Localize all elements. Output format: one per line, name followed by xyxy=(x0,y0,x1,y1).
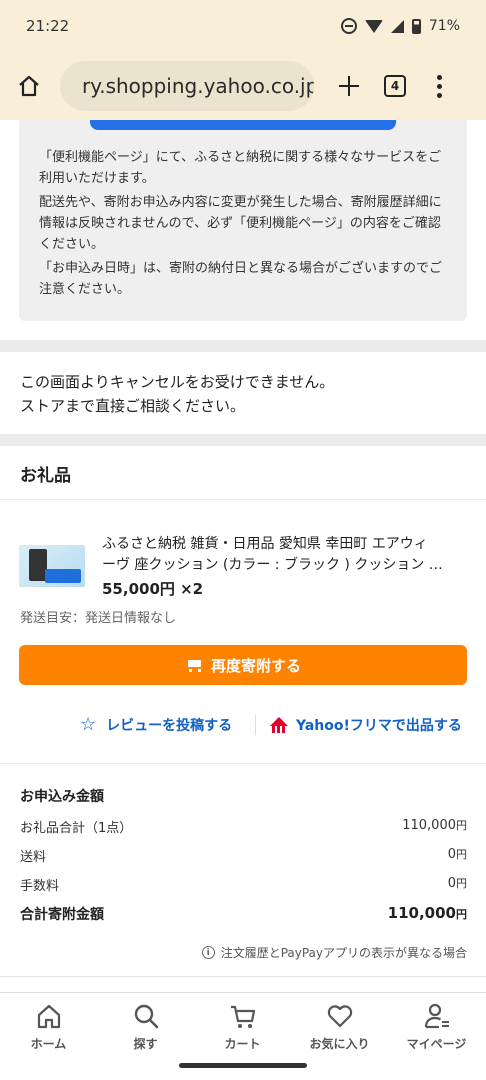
info-paragraph: 配送先や、寄附お申込み内容に変更が発生した場合、寄附履歴詳細に情報は反映されませ… xyxy=(39,195,442,252)
summary-row: お礼品合計（1点） 110,000円 xyxy=(20,817,467,836)
section-divider xyxy=(0,340,486,352)
url-text[interactable]: ry.shopping.yahoo.co.jp xyxy=(82,74,314,98)
info-paragraph: 「お申込み日時」は、寄附の納付日と異なる場合がございますのでご注意ください。 xyxy=(39,261,443,297)
new-tab-button[interactable] xyxy=(334,71,364,101)
cancel-note-line: この画面よりキャンセルをお受けできません。 xyxy=(20,373,335,391)
nav-item-home[interactable]: ホーム xyxy=(0,1001,97,1052)
do-not-disturb-icon xyxy=(340,18,357,34)
nav-item-cart[interactable]: カート xyxy=(194,1001,291,1052)
nav-item-favorites[interactable]: お気に入り xyxy=(291,1001,388,1052)
info-box: 「便利機能ページ」にて、ふるさと納税に関する様々なサービスをご利用いただけます。… xyxy=(19,120,467,321)
nav-label: マイページ xyxy=(406,1037,467,1051)
summary-label: お礼品合計（1点） xyxy=(20,821,133,836)
page-content: 「便利機能ページ」にて、ふるさと納税に関する様々なサービスをご利用いただけます。… xyxy=(0,120,486,992)
summary-row: 送料 0円 xyxy=(20,846,467,865)
section-divider xyxy=(0,434,486,446)
browser-toolbar: ry.shopping.yahoo.co.jp 4 xyxy=(0,52,486,120)
summary-row: 手数料 0円 xyxy=(20,875,467,894)
tab-switcher-button[interactable]: 4 xyxy=(384,75,406,97)
cart-icon xyxy=(230,1005,255,1028)
product-title-line: ーヴ 座クッション (カラー : ブラック ) クッション … xyxy=(102,557,443,573)
nav-item-mypage[interactable]: マイページ xyxy=(388,1001,485,1052)
convenience-page-button[interactable] xyxy=(90,120,396,130)
browser-home-button[interactable] xyxy=(14,71,44,101)
status-icons: 71% xyxy=(340,18,460,34)
nav-item-search[interactable]: 探す xyxy=(97,1001,194,1052)
home-icon xyxy=(19,75,39,97)
total-value: 110,000円 xyxy=(387,904,467,922)
post-review-link[interactable]: ☆ レビューを投稿する xyxy=(80,715,232,735)
signal-icon xyxy=(390,19,404,33)
wifi-icon xyxy=(364,19,383,33)
url-bar[interactable]: ry.shopping.yahoo.co.jp xyxy=(60,61,314,111)
gesture-bar[interactable] xyxy=(179,1063,307,1068)
battery-icon xyxy=(411,18,421,34)
summary-value: 0円 xyxy=(447,847,467,862)
cart-icon xyxy=(185,658,203,672)
redonate-button[interactable]: 再度寄附する xyxy=(19,645,467,685)
cancel-note-line: ストアまで直接ご相談ください。 xyxy=(20,397,246,415)
battery-level: 71% xyxy=(428,18,460,34)
divider xyxy=(0,499,486,500)
notice-text: 注文履歴とPayPayアプリの表示が異なる場合 xyxy=(220,946,467,960)
display-difference-notice[interactable]: i 注文履歴とPayPayアプリの表示が異なる場合 xyxy=(201,944,467,961)
redonate-label: 再度寄附する xyxy=(210,656,301,675)
divider xyxy=(0,763,486,764)
nav-label: ホーム xyxy=(30,1037,67,1051)
summary-label: 手数料 xyxy=(20,879,60,894)
flea-market-link[interactable]: Yahoo!フリマで出品する xyxy=(270,715,462,735)
product-title[interactable]: ふるさと納税 雑貨・日用品 愛知県 幸田町 エアウィ ーヴ 座クッション (カラ… xyxy=(102,534,466,576)
star-icon: ☆ xyxy=(80,714,97,735)
cancel-note: この画面よりキャンセルをお受けできません。 ストアまで直接ご相談ください。 xyxy=(20,370,334,418)
link-separator xyxy=(255,715,256,735)
divider xyxy=(0,976,486,977)
product-title-line: ふるさと納税 雑貨・日用品 愛知県 幸田町 エアウィ xyxy=(102,536,428,552)
browser-menu-button[interactable] xyxy=(436,74,442,98)
gift-section-title: お礼品 xyxy=(20,466,71,486)
total-label: 合計寄附金額 xyxy=(20,907,104,923)
product-price: 55,000円 ×2 xyxy=(102,580,204,598)
shipping-estimate: 発送目安：発送日情報なし xyxy=(20,611,177,626)
summary-value: 0円 xyxy=(447,876,467,891)
status-time: 21:22 xyxy=(26,17,70,35)
nav-label: カート xyxy=(224,1037,261,1051)
flea-market-icon xyxy=(270,717,288,733)
nav-label: 探す xyxy=(133,1037,158,1051)
heart-icon xyxy=(327,1005,352,1028)
info-paragraph: 「便利機能ページ」にて、ふるさと納税に関する様々なサービスをご利用いただけます。 xyxy=(39,150,442,186)
post-review-label: レビューを投稿する xyxy=(106,718,233,734)
info-icon: i xyxy=(201,946,215,959)
summary-label: 送料 xyxy=(20,850,47,865)
home-icon xyxy=(37,1004,60,1029)
person-icon xyxy=(424,1003,449,1029)
summary-total-row: 合計寄附金額 110,000円 xyxy=(20,904,467,924)
search-icon xyxy=(134,1004,158,1029)
summary-title: お申込み金額 xyxy=(20,789,104,805)
action-links: ☆ レビューを投稿する Yahoo!フリマで出品する xyxy=(0,712,486,738)
flea-market-label: Yahoo!フリマで出品する xyxy=(296,718,462,734)
product-thumbnail[interactable] xyxy=(19,545,85,587)
summary-value: 110,000円 xyxy=(402,818,467,833)
nav-label: お気に入り xyxy=(309,1037,370,1051)
status-bar: 21:22 71% xyxy=(0,0,486,52)
